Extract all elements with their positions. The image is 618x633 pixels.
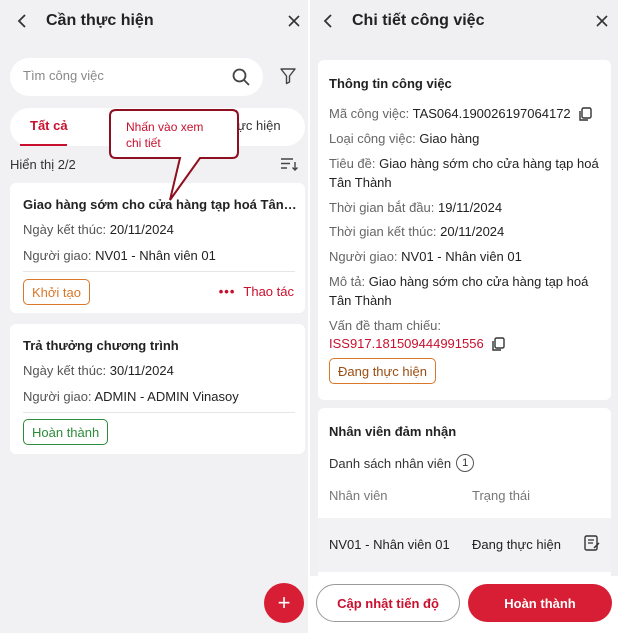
close-icon[interactable] bbox=[284, 11, 304, 31]
section-title: Nhân viên đảm nhận bbox=[329, 424, 457, 439]
assigner-label: Người giao: bbox=[23, 389, 92, 404]
task-assigner: Người giao: NV01 - Nhân viên 01 bbox=[23, 248, 216, 263]
task-type-row: Loại công việc: Giao hàng bbox=[329, 129, 604, 148]
task-list-header: Cần thực hiện bbox=[0, 0, 308, 44]
task-end-label: Thời gian kết thúc: bbox=[329, 224, 437, 239]
status-badge: Hoàn thành bbox=[23, 419, 109, 445]
task-type-label: Loại công việc: bbox=[329, 131, 416, 146]
sort-icon[interactable] bbox=[280, 156, 298, 172]
end-date-label: Ngày kết thúc: bbox=[23, 222, 107, 237]
task-description-label: Mô tả: bbox=[329, 274, 366, 289]
task-end-date: Ngày kết thúc: 20/11/2024 bbox=[23, 222, 174, 237]
page-title: Cần thực hiện bbox=[46, 12, 154, 29]
task-description-value: Giao hàng sớm cho cửa hàng tạp hoá Tân T… bbox=[329, 274, 589, 308]
callout-text: Nhấn vào xem chi tiết bbox=[126, 119, 234, 151]
add-task-button[interactable]: + bbox=[264, 583, 304, 623]
task-card[interactable]: Trả thưởng chương trình Ngày kết thúc: 3… bbox=[10, 324, 305, 454]
task-detail-panel: Chi tiết công việc Thông tin công việc M… bbox=[310, 0, 618, 633]
end-date-label: Ngày kết thúc: bbox=[23, 363, 107, 378]
copy-icon[interactable] bbox=[578, 107, 592, 122]
task-assigner-value: NV01 - Nhân viên 01 bbox=[401, 249, 522, 264]
search-box bbox=[10, 58, 263, 96]
assignees-card: Nhân viên đảm nhận Danh sách nhân viên 1… bbox=[318, 408, 611, 576]
employee-count: 1 bbox=[456, 454, 475, 472]
search-icon[interactable] bbox=[231, 67, 251, 87]
status-badge: Đang thực hiện bbox=[329, 358, 436, 384]
end-date-value: 20/11/2024 bbox=[109, 222, 174, 237]
copy-icon[interactable] bbox=[491, 337, 506, 352]
back-icon[interactable] bbox=[12, 11, 32, 31]
divider bbox=[23, 271, 295, 272]
task-info-card: Thông tin công việc Mã công việc: TAS064… bbox=[318, 60, 611, 400]
task-subject-label: Tiêu đề: bbox=[329, 156, 376, 171]
task-start-row: Thời gian bắt đầu: 19/11/2024 bbox=[329, 198, 604, 217]
task-start-value: 19/11/2024 bbox=[438, 200, 503, 215]
task-assigner: Người giao: ADMIN - ADMIN Vinasoy bbox=[23, 389, 239, 404]
complete-button[interactable]: Hoàn thành bbox=[468, 584, 612, 622]
close-icon[interactable] bbox=[592, 11, 612, 31]
assigner-value: ADMIN - ADMIN Vinasoy bbox=[94, 389, 239, 404]
task-list-panel: Cần thực hiện Tất cả H hực hiện Hiển thị… bbox=[0, 0, 308, 633]
task-assigner-row: Người giao: NV01 - Nhân viên 01 bbox=[329, 247, 604, 266]
more-dots-icon: ••• bbox=[218, 284, 236, 299]
search-input[interactable] bbox=[23, 68, 223, 83]
end-date-value: 30/11/2024 bbox=[109, 363, 174, 378]
filter-icon[interactable] bbox=[279, 67, 297, 85]
task-detail-header: Chi tiết công việc bbox=[310, 0, 618, 44]
task-code-row: Mã công việc: TAS064.190026197064172 bbox=[329, 104, 604, 123]
reference-issue-row: ISS917.181509444991556 bbox=[329, 334, 604, 353]
result-count: Hiển thị 2/2 bbox=[10, 157, 76, 172]
task-code-label: Mã công việc: bbox=[329, 106, 410, 121]
callout-line-2: chi tiết bbox=[126, 136, 161, 150]
back-icon[interactable] bbox=[318, 11, 338, 31]
callout-line-1: Nhấn vào xem bbox=[126, 120, 204, 134]
status-badge: Khởi tạo bbox=[23, 279, 90, 305]
task-title: Trả thưởng chương trình bbox=[23, 338, 179, 353]
reference-issue-link[interactable]: ISS917.181509444991556 bbox=[329, 336, 484, 351]
task-end-value: 20/11/2024 bbox=[440, 224, 505, 239]
table-row[interactable]: NV01 - Nhân viên 01 Đang thực hiện bbox=[318, 518, 611, 572]
task-end-date: Ngày kết thúc: 30/11/2024 bbox=[23, 363, 174, 378]
actions-button[interactable]: ••• Thao tác bbox=[219, 284, 294, 299]
assigner-label: Người giao: bbox=[23, 248, 92, 263]
tab-all[interactable]: Tất cả bbox=[30, 118, 68, 133]
employee-name: NV01 - Nhân viên 01 bbox=[329, 537, 450, 552]
task-start-label: Thời gian bắt đầu: bbox=[329, 200, 435, 215]
divider bbox=[23, 412, 295, 413]
reference-issue-label-row: Vấn đề tham chiếu: bbox=[329, 316, 604, 335]
column-header-employee: Nhân viên bbox=[329, 488, 388, 503]
column-header-status: Trạng thái bbox=[472, 488, 531, 503]
active-tab-indicator bbox=[20, 144, 67, 146]
employee-list-header: Danh sách nhân viên 1 bbox=[329, 454, 475, 472]
update-progress-button[interactable]: Cập nhật tiến độ bbox=[316, 584, 460, 622]
action-bar: Cập nhật tiến độ Hoàn thành bbox=[310, 576, 618, 633]
task-code-value: TAS064.190026197064172 bbox=[412, 106, 571, 121]
assigner-value: NV01 - Nhân viên 01 bbox=[95, 248, 216, 263]
actions-label: Thao tác bbox=[243, 284, 294, 299]
task-subject-row: Tiêu đề: Giao hàng sớm cho cửa hàng tạp … bbox=[329, 154, 604, 192]
task-end-row: Thời gian kết thúc: 20/11/2024 bbox=[329, 222, 604, 241]
task-description-row: Mô tả: Giao hàng sớm cho cửa hàng tạp ho… bbox=[329, 272, 604, 310]
page-title: Chi tiết công việc bbox=[352, 12, 485, 29]
task-type-value: Giao hàng bbox=[419, 131, 480, 146]
reference-issue-label: Vấn đề tham chiếu: bbox=[329, 318, 442, 333]
employee-status: Đang thực hiện bbox=[472, 537, 561, 552]
section-title: Thông tin công việc bbox=[329, 76, 452, 91]
edit-note-icon[interactable] bbox=[583, 534, 601, 552]
employee-list-label: Danh sách nhân viên bbox=[329, 455, 452, 471]
task-assigner-label: Người giao: bbox=[329, 249, 398, 264]
